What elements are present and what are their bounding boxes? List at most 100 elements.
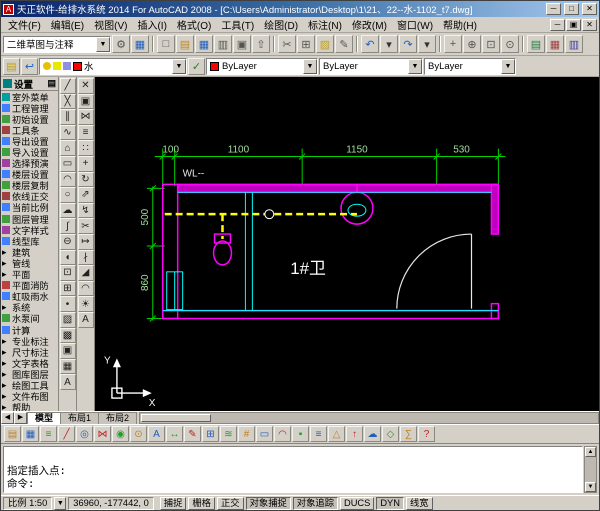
polygon-icon[interactable]: ⌂	[60, 140, 76, 156]
dimension-icon[interactable]: ↔	[166, 426, 183, 442]
lineweight-combo[interactable]: ByLayer ▼	[424, 58, 516, 75]
minimize-button[interactable]: ─	[546, 3, 561, 15]
table-icon[interactable]: ⊞	[202, 426, 219, 442]
make-block-icon[interactable]: ⊞	[60, 281, 76, 297]
pan-icon[interactable]: +	[444, 35, 462, 53]
calc-icon[interactable]: ∑	[400, 426, 417, 442]
status-toggle-1[interactable]: 栅格	[188, 497, 215, 510]
chevron-down-icon[interactable]: ▼	[172, 59, 186, 74]
tz-save-icon[interactable]: ▦	[22, 426, 39, 442]
scale-display[interactable]: 比例 1:50	[3, 497, 52, 510]
floor-drain-icon[interactable]: ⊙	[130, 426, 147, 442]
close-button[interactable]: ✕	[582, 3, 597, 15]
text-tool-icon[interactable]: A	[78, 312, 94, 328]
pipe-draw-icon[interactable]: ╱	[58, 426, 75, 442]
polyline-icon[interactable]: ∿	[60, 125, 76, 141]
paste-icon[interactable]: ▨	[316, 35, 334, 53]
status-toggle-0[interactable]: 捕捉	[160, 497, 187, 510]
point-icon[interactable]: •	[60, 296, 76, 312]
zoom-window-icon[interactable]: ⊡	[482, 35, 500, 53]
mirror-icon[interactable]: ⋈	[78, 109, 94, 125]
gradient-icon[interactable]: ▩	[60, 328, 76, 344]
text-icon[interactable]: ✎	[184, 426, 201, 442]
construction-line-icon[interactable]: ╳	[60, 94, 76, 110]
make-layer-current-icon[interactable]: ✓	[188, 58, 205, 75]
multiline-icon[interactable]: ∥	[60, 109, 76, 125]
rotate-icon[interactable]: ↻	[78, 172, 94, 188]
menu-item-2[interactable]: 视图(V)	[89, 16, 132, 33]
open-icon[interactable]: ▤	[176, 35, 194, 53]
valve-insert-icon[interactable]: ⋈	[94, 426, 111, 442]
menu-item-10[interactable]: 帮助(H)	[438, 16, 482, 33]
circle-icon[interactable]: ○	[60, 187, 76, 203]
axis-grid-icon[interactable]: #	[238, 426, 255, 442]
view-icon[interactable]: ◇	[382, 426, 399, 442]
status-toggle-4[interactable]: 对象追踪	[293, 497, 338, 510]
hatch-icon[interactable]: ▨	[60, 312, 76, 328]
undo-icon[interactable]: ↶	[361, 35, 379, 53]
stair-icon[interactable]: ≡	[310, 426, 327, 442]
extend-icon[interactable]: ↦	[78, 234, 94, 250]
fillet-icon[interactable]: ◠	[78, 281, 94, 297]
menu-item-1[interactable]: 编辑(E)	[46, 16, 89, 33]
door-arc-icon[interactable]: ◠	[274, 426, 291, 442]
chevron-down-icon[interactable]: ▼	[501, 59, 515, 74]
menu-item-0[interactable]: 文件(F)	[3, 16, 46, 33]
zoom-realtime-icon[interactable]: ⊕	[463, 35, 481, 53]
elevation-icon[interactable]: △	[328, 426, 345, 442]
menu-item-8[interactable]: 修改(M)	[347, 16, 392, 33]
layer-properties-icon[interactable]: ▤	[3, 58, 20, 75]
scale-icon[interactable]: ⇗	[78, 187, 94, 203]
pipe-label-icon[interactable]: A	[148, 426, 165, 442]
scrollbar-thumb[interactable]	[141, 414, 211, 422]
help-icon[interactable]: ?	[418, 426, 435, 442]
menu-item-7[interactable]: 标注(N)	[303, 16, 347, 33]
status-toggle-6[interactable]: DYN	[376, 497, 404, 510]
status-toggle-5[interactable]: DUCS	[340, 497, 374, 510]
workspace-combo[interactable]: 二维草图与注释 ▼	[3, 36, 111, 53]
status-toggle-2[interactable]: 正交	[217, 497, 244, 510]
sidebar-item-28[interactable]: ▸帮助	[1, 402, 58, 411]
qnew-icon[interactable]: □	[157, 35, 175, 53]
cut-icon[interactable]: ✂	[278, 35, 296, 53]
linetype-combo[interactable]: ByLayer ▼	[319, 58, 423, 75]
redo-caret-icon[interactable]: ▾	[418, 35, 436, 53]
match-properties-icon[interactable]: ✎	[335, 35, 353, 53]
status-toggle-7[interactable]: 线宽	[406, 497, 433, 510]
layer-control-icon[interactable]: ≡	[40, 426, 57, 442]
tab-scroll-left-icon[interactable]: ◀	[1, 412, 14, 424]
offset-icon[interactable]: ≡	[78, 125, 94, 141]
command-text-area[interactable]: 指定插入点: 命令:	[3, 446, 583, 493]
tz-open-icon[interactable]: ▤	[4, 426, 21, 442]
menu-item-6[interactable]: 绘图(D)	[259, 16, 303, 33]
layer-previous-icon[interactable]: ↩	[21, 58, 38, 75]
insert-block-icon[interactable]: ⊡	[60, 265, 76, 281]
command-scrollbar[interactable]: ▲ ▼	[584, 446, 597, 493]
explode-icon[interactable]: ☀	[78, 296, 94, 312]
plot-icon[interactable]: ▥	[214, 35, 232, 53]
publish-icon[interactable]: ⇧	[252, 35, 270, 53]
command-prompt-line[interactable]: 命令:	[7, 478, 579, 491]
break-icon[interactable]: ∤	[78, 250, 94, 266]
drawing-canvas[interactable]: 100 1100 1150 530 WL-- 500 860	[95, 77, 599, 411]
stretch-icon[interactable]: ↯	[78, 203, 94, 219]
north-arrow-icon[interactable]: ↑	[346, 426, 363, 442]
redo-icon[interactable]: ↷	[399, 35, 417, 53]
tab-布局2[interactable]: 布局2	[98, 412, 137, 424]
tab-模型[interactable]: 模型	[27, 412, 61, 424]
chevron-down-icon[interactable]: ▼	[303, 59, 317, 74]
revision-cloud-icon[interactable]: ☁	[60, 203, 76, 219]
wall-icon[interactable]: ▭	[256, 426, 273, 442]
color-combo[interactable]: ByLayer ▼	[206, 58, 318, 75]
properties-icon[interactable]: ▤	[527, 35, 545, 53]
menu-item-4[interactable]: 格式(O)	[172, 16, 216, 33]
tab-布局1[interactable]: 布局1	[60, 412, 99, 424]
scale-chevron-down-icon[interactable]: ▼	[54, 497, 66, 510]
ellipse-icon[interactable]: ⊖	[60, 234, 76, 250]
multiline-text-icon[interactable]: A	[60, 374, 76, 390]
table-icon[interactable]: ▦	[60, 359, 76, 375]
doc-close-button[interactable]: ✕	[582, 19, 597, 31]
cloud-icon[interactable]: ☁	[364, 426, 381, 442]
chamfer-icon[interactable]: ◢	[78, 265, 94, 281]
workspace-settings-icon[interactable]: ⚙	[112, 35, 130, 53]
